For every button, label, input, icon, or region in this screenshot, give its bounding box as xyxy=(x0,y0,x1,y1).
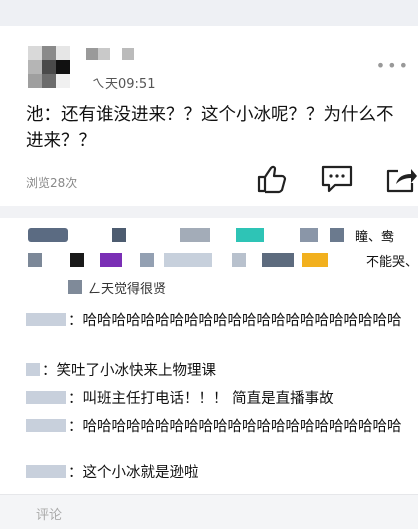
avatar-pixel xyxy=(28,60,42,74)
commenter-name-blurred[interactable] xyxy=(26,465,66,478)
blur-block xyxy=(112,228,126,242)
comment-placeholder: 评论 xyxy=(36,508,63,523)
blur-block xyxy=(164,253,212,267)
commenter-name-blurred[interactable] xyxy=(26,391,66,404)
comment-text: ：这个小冰就是逊啦 xyxy=(68,465,199,481)
blur-block xyxy=(232,253,246,267)
comment-item: ：哈哈哈哈哈哈哈哈哈哈哈哈哈哈哈哈哈哈哈哈哈哈 xyxy=(26,418,406,437)
blur-block xyxy=(70,253,84,267)
blur-block xyxy=(300,228,318,242)
share-icon[interactable] xyxy=(384,164,418,194)
name-pixel xyxy=(98,48,110,60)
blur-block xyxy=(180,228,210,242)
comment-text: ：叫班主任打电话！！！ 简直是直播事故 xyxy=(68,391,334,407)
comment-bar: 评论 xyxy=(0,494,418,529)
blur-block xyxy=(140,253,154,267)
avatar-pixel xyxy=(42,74,56,88)
avatar-pixel xyxy=(42,60,56,74)
comment-icon[interactable] xyxy=(320,164,354,194)
top-bar xyxy=(0,0,418,26)
blur-block xyxy=(302,253,328,267)
avatar-pixel xyxy=(56,74,70,88)
blur-block xyxy=(68,280,82,294)
post-content: 池：还有谁没进来？？这个小冰呢？？为什么不进来？？ xyxy=(26,105,394,151)
comment-item: ：哈哈哈哈哈哈哈哈哈哈哈哈哈哈哈哈哈哈哈哈哈哈 xyxy=(26,312,406,331)
comment-item: ：笑吐了小冰快来上物理课 xyxy=(26,362,216,381)
commenter-name-blurred[interactable] xyxy=(26,313,66,326)
partial-text: ㄥ天觉得很贤 xyxy=(88,282,167,297)
avatar-pixel xyxy=(56,46,70,60)
name-pixel xyxy=(86,48,98,60)
avatar[interactable] xyxy=(28,46,72,90)
partial-text: 不能哭、 xyxy=(366,255,418,270)
blur-block xyxy=(100,253,122,267)
thumbs-up-icon[interactable] xyxy=(255,164,289,194)
blur-block xyxy=(28,253,42,267)
avatar-pixel xyxy=(56,60,70,74)
avatar-pixel xyxy=(42,46,56,60)
blur-block xyxy=(28,228,68,242)
name-pixel xyxy=(122,48,134,60)
comment-input[interactable]: 评论 xyxy=(22,501,402,523)
blur-block xyxy=(330,228,344,242)
commenter-name-blurred[interactable] xyxy=(26,363,40,376)
comment-text: ：笑吐了小冰快来上物理课 xyxy=(42,363,216,379)
post-time: ㄟ天09:51 xyxy=(92,77,156,92)
partial-text: 瞳、鸯 xyxy=(355,230,395,245)
section-divider xyxy=(0,206,418,218)
comment-item: ：这个小冰就是逊啦 xyxy=(26,464,199,483)
blur-block xyxy=(262,253,294,267)
comment-text: ：哈哈哈哈哈哈哈哈哈哈哈哈哈哈哈哈哈哈哈哈哈哈 xyxy=(68,419,402,435)
avatar-pixel xyxy=(28,46,42,60)
blur-block xyxy=(236,228,264,242)
view-count: 浏览28次 xyxy=(26,176,78,190)
avatar-pixel xyxy=(28,74,42,88)
commenter-name-blurred[interactable] xyxy=(26,419,66,432)
comment-text: ：哈哈哈哈哈哈哈哈哈哈哈哈哈哈哈哈哈哈哈哈哈哈 xyxy=(68,313,402,329)
comment-item: ：叫班主任打电话！！！ 简直是直播事故 xyxy=(26,390,334,409)
more-icon[interactable]: ••• xyxy=(376,58,410,74)
